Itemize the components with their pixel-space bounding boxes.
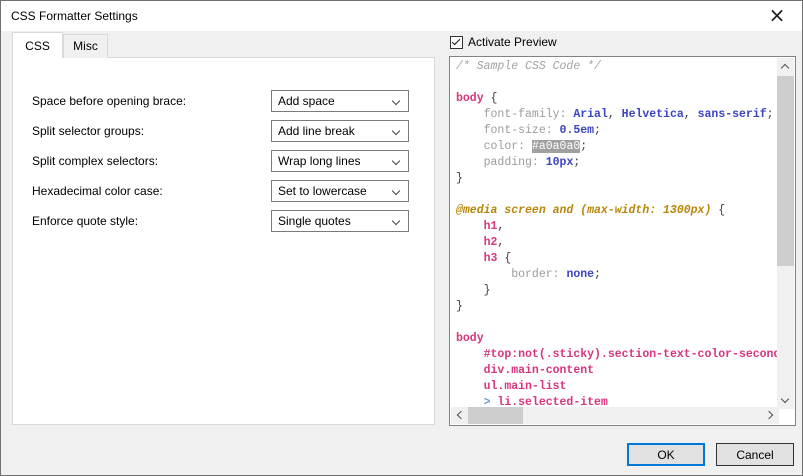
space-before-brace-label: Space before opening brace: [32, 90, 186, 112]
activate-preview-label: Activate Preview [468, 35, 557, 49]
window-title: CSS Formatter Settings [11, 1, 138, 31]
form-row: Split complex selectors: Wrap long lines [13, 150, 434, 172]
scroll-right-arrow[interactable] [762, 407, 779, 424]
cancel-button[interactable]: Cancel [716, 443, 794, 466]
space-before-brace-dropdown[interactable]: Add space [271, 90, 409, 112]
code-line: h3 { [456, 251, 777, 267]
chevron-down-icon [392, 97, 400, 105]
split-selector-groups-label: Split selector groups: [32, 120, 144, 142]
hex-color-case-label: Hexadecimal color case: [32, 180, 163, 202]
code-sample: /* Sample CSS Code */ body { font-family… [456, 59, 777, 407]
code-line: } [456, 299, 777, 315]
scroll-down-arrow[interactable] [777, 392, 794, 409]
code-line: padding: 10px; [456, 155, 777, 171]
code-line: } [456, 283, 777, 299]
code-preview-pane[interactable]: /* Sample CSS Code */ body { font-family… [449, 56, 796, 426]
split-complex-selectors-label: Split complex selectors: [32, 150, 158, 172]
dropdown-value: Set to lowercase [278, 181, 367, 201]
scroll-left-arrow[interactable] [451, 407, 468, 424]
horizontal-scroll-thumb[interactable] [468, 407, 523, 424]
code-line [456, 315, 777, 331]
chevron-up-icon [781, 64, 789, 72]
dropdown-value: Single quotes [278, 211, 351, 231]
css-formatter-settings-dialog: CSS Formatter Settings × CSS Misc Space … [0, 0, 803, 476]
css-tab-page: Space before opening brace: Add space Sp… [12, 57, 435, 425]
ok-button[interactable]: OK [627, 443, 705, 466]
code-line: #top:not(.sticky).section-text-color-sec… [456, 347, 777, 363]
tab-css[interactable]: CSS [12, 32, 63, 58]
activate-preview-checkbox[interactable]: Activate Preview [450, 34, 557, 50]
chevron-down-icon [392, 187, 400, 195]
code-line: border: none; [456, 267, 777, 283]
code-line: color: #a0a0a0; [456, 139, 777, 155]
close-button[interactable]: × [758, 1, 796, 30]
code-line: body [456, 331, 777, 347]
split-complex-selectors-dropdown[interactable]: Wrap long lines [271, 150, 409, 172]
dropdown-value: Wrap long lines [278, 151, 361, 171]
code-line: @media screen and (max-width: 1300px) { [456, 203, 777, 219]
enforce-quote-style-label: Enforce quote style: [32, 210, 138, 232]
hex-color-case-dropdown[interactable]: Set to lowercase [271, 180, 409, 202]
code-line: } [456, 171, 777, 187]
tab-strip: CSS Misc [12, 32, 108, 58]
chevron-down-icon [392, 127, 400, 135]
code-line: /* Sample CSS Code */ [456, 59, 777, 75]
chevron-right-icon [765, 411, 773, 419]
checkbox-box[interactable] [450, 36, 463, 49]
form-row: Split selector groups: Add line break [13, 120, 434, 142]
form-row: Hexadecimal color case: Set to lowercase [13, 180, 434, 202]
chevron-down-icon [392, 157, 400, 165]
dropdown-value: Add line break [278, 121, 355, 141]
code-line: font-size: 0.5em; [456, 123, 777, 139]
scroll-up-arrow[interactable] [777, 58, 794, 75]
code-line: > li.selected-item [456, 395, 777, 407]
dropdown-value: Add space [278, 91, 335, 111]
code-line: body { [456, 91, 777, 107]
vertical-scroll-thumb[interactable] [777, 76, 794, 266]
chevron-left-icon [457, 411, 465, 419]
form-row: Enforce quote style: Single quotes [13, 210, 434, 232]
vertical-scrollbar[interactable] [777, 58, 794, 409]
code-line: h1, [456, 219, 777, 235]
horizontal-scrollbar[interactable] [451, 407, 779, 424]
tab-misc[interactable]: Misc [63, 34, 108, 58]
code-line: h2, [456, 235, 777, 251]
checkmark-icon [452, 36, 460, 44]
form-row: Space before opening brace: Add space [13, 90, 434, 112]
code-line: div.main-content [456, 363, 777, 379]
chevron-down-icon [392, 217, 400, 225]
close-icon: × [769, 3, 786, 27]
split-selector-groups-dropdown[interactable]: Add line break [271, 120, 409, 142]
enforce-quote-style-dropdown[interactable]: Single quotes [271, 210, 409, 232]
code-line: ul.main-list [456, 379, 777, 395]
code-line: font-family: Arial, Helvetica, sans-seri… [456, 107, 777, 123]
chevron-down-icon [781, 395, 789, 403]
titlebar: CSS Formatter Settings × [1, 1, 802, 31]
code-line [456, 187, 777, 203]
code-line [456, 75, 777, 91]
